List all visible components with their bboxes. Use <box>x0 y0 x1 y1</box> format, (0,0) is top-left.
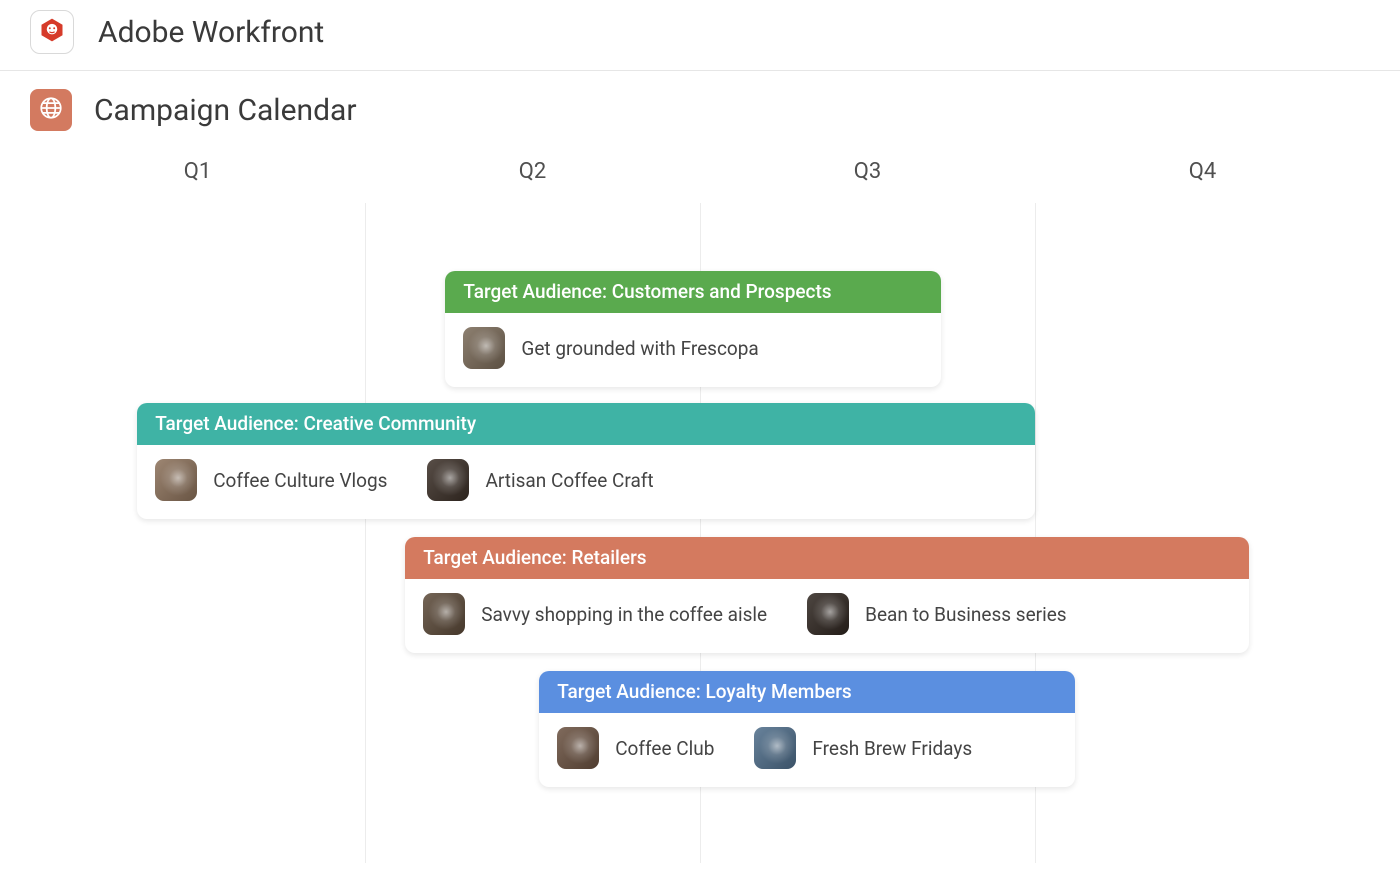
swimlane-creative-community[interactable]: Target Audience: Creative CommunityCoffe… <box>137 403 1035 519</box>
lion-icon <box>38 16 66 48</box>
quarter-header-row: Q1 Q2 Q3 Q4 <box>30 153 1370 203</box>
swimlane-header: Target Audience: Customers and Prospects <box>445 271 941 313</box>
campaign-name: Savvy shopping in the coffee aisle <box>481 603 767 626</box>
swimlane-header: Target Audience: Creative Community <box>137 403 1035 445</box>
swimlane-customers-prospects[interactable]: Target Audience: Customers and Prospects… <box>445 271 941 387</box>
campaign-item[interactable]: Bean to Business series <box>807 593 1067 635</box>
swimlane-header: Target Audience: Loyalty Members <box>539 671 1075 713</box>
swimlane-body: Get grounded with Frescopa <box>445 313 941 387</box>
campaign-thumbnail <box>155 459 197 501</box>
campaign-item[interactable]: Coffee Culture Vlogs <box>155 459 387 501</box>
timeline: Q1 Q2 Q3 Q4 Target Audience: Customers a… <box>0 153 1400 893</box>
campaign-item[interactable]: Artisan Coffee Craft <box>427 459 653 501</box>
quarter-label-q2: Q2 <box>365 153 700 203</box>
campaign-thumbnail <box>754 727 796 769</box>
campaign-thumbnail <box>807 593 849 635</box>
page-icon-box <box>30 89 72 131</box>
swimlane-header: Target Audience: Retailers <box>405 537 1249 579</box>
campaign-thumbnail <box>423 593 465 635</box>
swimlane-body: Coffee Club Fresh Brew Fridays <box>539 713 1075 787</box>
app-header: Adobe Workfront <box>0 0 1400 71</box>
app-root: Adobe Workfront Campaign Calendar Q1 Q2 … <box>0 0 1400 886</box>
campaign-item[interactable]: Coffee Club <box>557 727 714 769</box>
campaign-item[interactable]: Get grounded with Frescopa <box>463 327 758 369</box>
app-logo[interactable] <box>30 10 74 54</box>
campaign-thumbnail <box>557 727 599 769</box>
campaign-name: Artisan Coffee Craft <box>485 469 653 492</box>
campaign-name: Fresh Brew Fridays <box>812 737 972 760</box>
timeline-body[interactable]: Target Audience: Customers and Prospects… <box>30 203 1370 863</box>
swimlane-body: Savvy shopping in the coffee aisle Bean t… <box>405 579 1249 653</box>
page-title: Campaign Calendar <box>94 93 357 128</box>
quarter-label-q1: Q1 <box>30 153 365 203</box>
campaign-name: Coffee Club <box>615 737 714 760</box>
globe-icon <box>38 95 64 125</box>
campaign-name: Coffee Culture Vlogs <box>213 469 387 492</box>
campaign-name: Get grounded with Frescopa <box>521 337 758 360</box>
campaign-thumbnail <box>463 327 505 369</box>
campaign-thumbnail <box>427 459 469 501</box>
swimlane-loyalty-members[interactable]: Target Audience: Loyalty MembersCoffee C… <box>539 671 1075 787</box>
swimlane-body: Coffee Culture Vlogs Artisan Coffee Craft <box>137 445 1035 519</box>
app-title: Adobe Workfront <box>98 15 324 50</box>
campaign-item[interactable]: Fresh Brew Fridays <box>754 727 972 769</box>
campaign-name: Bean to Business series <box>865 603 1067 626</box>
page-header: Campaign Calendar <box>0 71 1400 153</box>
campaign-item[interactable]: Savvy shopping in the coffee aisle <box>423 593 767 635</box>
quarter-label-q4: Q4 <box>1035 153 1370 203</box>
swimlane-retailers[interactable]: Target Audience: RetailersSavvy shopping… <box>405 537 1249 653</box>
quarter-label-q3: Q3 <box>700 153 1035 203</box>
